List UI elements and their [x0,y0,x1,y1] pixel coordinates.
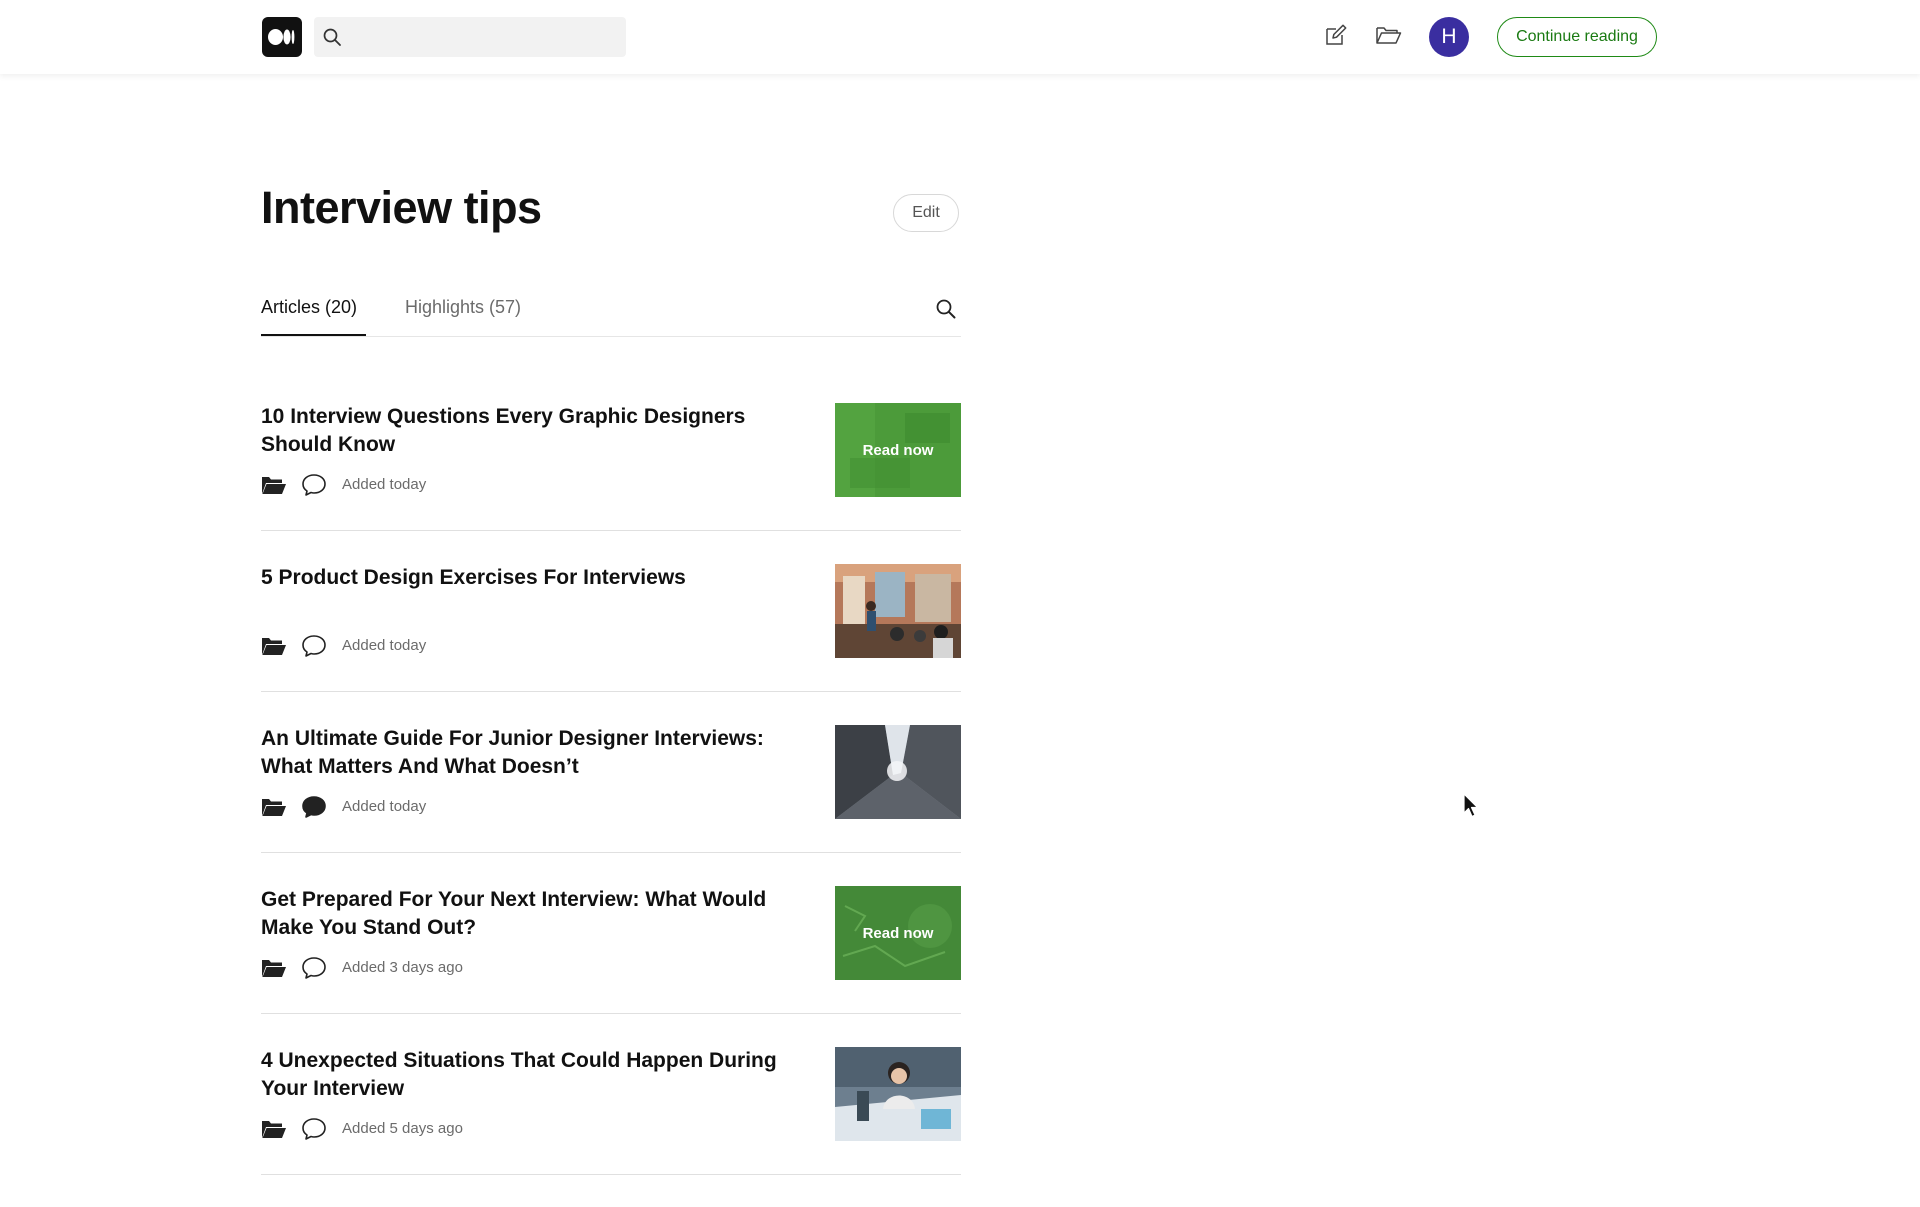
added-date: Added 3 days ago [342,959,463,976]
article-divider [261,691,961,692]
article-thumbnail[interactable] [835,725,961,819]
comment-icon[interactable] [301,956,327,980]
article-title[interactable]: An Ultimate Guide For Junior Designer In… [261,725,791,781]
search-list-icon[interactable] [935,298,957,320]
article-divider [261,530,961,531]
office-meeting-image [835,564,961,658]
comment-filled-icon[interactable] [301,795,327,819]
article-title[interactable]: Get Prepared For Your Next Interview: Wh… [261,886,791,942]
added-date: Added 5 days ago [342,1120,463,1137]
article-title[interactable]: 10 Interview Questions Every Graphic Des… [261,403,791,459]
page-title: Interview tips [261,182,542,233]
article-item[interactable]: 4 Unexpected Situations That Could Happe… [261,1047,961,1207]
search-input[interactable] [350,25,619,51]
medium-logo[interactable] [262,17,302,57]
library-folder-icon[interactable] [1375,22,1403,48]
article-divider [261,1174,961,1175]
write-icon[interactable] [1323,22,1349,48]
article-thumbnail[interactable]: Read now [835,886,961,980]
article-item[interactable]: Get Prepared For Your Next Interview: Wh… [261,886,961,1046]
article-title[interactable]: 5 Product Design Exercises For Interview… [261,564,791,592]
added-date: Added today [342,798,427,815]
read-now-label[interactable]: Read now [835,886,961,980]
search-icon [323,28,341,46]
tab-highlights[interactable]: Highlights (57) [405,297,521,318]
top-bar: H Continue reading [0,0,1920,74]
read-now-label[interactable]: Read now [835,403,961,497]
article-item[interactable]: 10 Interview Questions Every Graphic Des… [261,403,961,563]
comment-icon[interactable] [301,1117,327,1141]
folder-icon[interactable] [261,474,287,496]
edit-button[interactable]: Edit [893,194,959,232]
avatar[interactable]: H [1429,17,1469,57]
folder-icon[interactable] [261,635,287,657]
medium-logo-mark [268,29,295,45]
added-date: Added today [342,637,427,654]
search-bar[interactable] [314,17,626,57]
article-thumbnail[interactable]: Read now [835,403,961,497]
article-title[interactable]: 4 Unexpected Situations That Could Happe… [261,1047,791,1103]
article-item[interactable]: 5 Product Design Exercises For Interview… [261,564,961,724]
article-divider [261,1013,961,1014]
skyscrapers-image [835,725,961,819]
continue-reading-button[interactable]: Continue reading [1497,17,1657,57]
article-thumbnail[interactable] [835,1047,961,1141]
article-divider [261,852,961,853]
folder-icon[interactable] [261,957,287,979]
folder-icon[interactable] [261,1118,287,1140]
woman-at-desk-image [835,1047,961,1141]
active-tab-indicator [261,334,366,336]
tabs-divider [261,336,961,337]
comment-icon[interactable] [301,473,327,497]
article-thumbnail[interactable] [835,564,961,658]
article-item[interactable]: An Ultimate Guide For Junior Designer In… [261,725,961,885]
comment-icon[interactable] [301,634,327,658]
folder-icon[interactable] [261,796,287,818]
tab-articles[interactable]: Articles (20) [261,297,357,318]
added-date: Added today [342,476,427,493]
mouse-cursor-icon [1463,793,1479,818]
